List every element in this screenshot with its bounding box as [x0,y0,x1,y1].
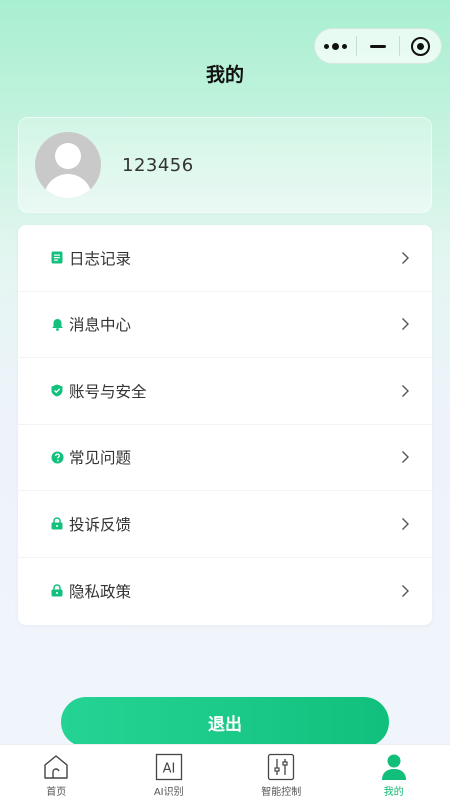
chevron-right-icon [402,251,409,264]
chevron-right-icon [402,384,409,397]
menu-item-complaint-feedback[interactable]: 投诉反馈 [18,491,432,558]
settings-menu: 日志记录 消息中心 账号与安全 常见问题 投诉反馈 隐私政策 [18,225,432,625]
menu-item-label: 常见问题 [69,449,132,468]
bottom-tab-bar: 首页 AI AI识别 智能控制 我的 [0,744,450,800]
log-book-icon [50,251,64,265]
menu-item-label: 账号与安全 [69,382,147,401]
tab-ai-recognition[interactable]: AI AI识别 [113,745,226,800]
question-circle-icon [50,450,64,464]
svg-text:AI: AI [162,762,175,777]
tab-label: 我的 [383,787,404,798]
menu-item-message-center[interactable]: 消息中心 [18,292,432,358]
logout-button[interactable]: 退出 [61,697,389,747]
tab-label: 智能控制 [261,787,302,798]
menu-item-faq[interactable]: 常见问题 [18,425,432,491]
lock-icon [50,517,64,531]
minimize-button[interactable] [357,29,398,63]
chevron-right-icon [402,451,409,464]
more-button[interactable] [315,29,356,63]
username: 123456 [122,154,194,176]
shield-check-icon [50,384,64,398]
tab-home[interactable]: 首页 [0,745,113,800]
close-miniprogram-button[interactable] [400,29,441,63]
menu-item-label: 隐私政策 [69,582,132,601]
page-title: 我的 [205,64,244,86]
sliders-icon [266,752,296,782]
profile-card[interactable]: 123456 [18,117,432,213]
home-icon [41,752,71,782]
bell-icon [50,317,64,331]
chevron-right-icon [402,318,409,331]
person-icon [379,752,409,782]
tab-label: AI识别 [153,787,184,798]
menu-item-privacy-policy[interactable]: 隐私政策 [18,558,432,625]
menu-item-label: 消息中心 [69,316,132,335]
more-dots-icon [324,42,348,50]
tab-label: 首页 [46,787,67,798]
chevron-right-icon [402,517,409,530]
lock-icon [50,584,64,598]
default-avatar-icon [35,132,101,198]
minimize-icon [369,44,386,48]
target-circle-icon [410,36,430,56]
chevron-right-icon [402,584,409,597]
ai-icon: AI [154,752,184,782]
menu-item-label: 投诉反馈 [69,515,132,534]
tab-mine[interactable]: 我的 [338,745,450,800]
tab-smart-control[interactable]: 智能控制 [225,745,338,800]
menu-item-label: 日志记录 [69,249,132,268]
miniprogram-capsule [314,28,442,64]
menu-item-log-records[interactable]: 日志记录 [18,225,432,292]
menu-item-account-security[interactable]: 账号与安全 [18,358,432,425]
